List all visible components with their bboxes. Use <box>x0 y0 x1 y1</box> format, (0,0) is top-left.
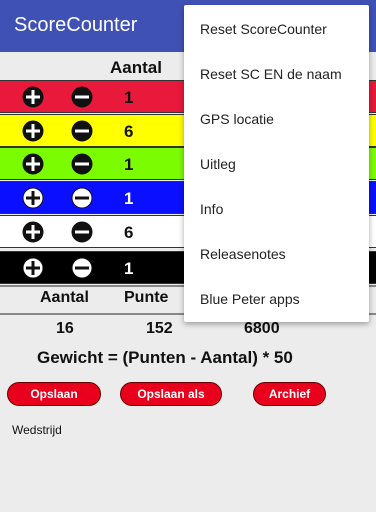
minus-icon[interactable] <box>71 86 93 108</box>
minus-icon[interactable] <box>71 221 93 243</box>
plus-icon[interactable] <box>22 257 44 279</box>
plus-icon[interactable] <box>22 120 44 142</box>
minus-icon[interactable] <box>71 153 93 175</box>
plus-icon[interactable] <box>22 187 44 209</box>
app-title: ScoreCounter <box>14 14 138 36</box>
save-button[interactable]: Opslaan <box>7 382 101 406</box>
total-score-value: 6800 <box>244 320 280 337</box>
archive-button[interactable]: Archief <box>253 382 326 406</box>
totals-punten-label: Punte <box>124 289 169 306</box>
menu-item-blue-peter-apps[interactable]: Blue Peter apps <box>200 276 300 321</box>
menu-item-gps-locatie[interactable]: GPS locatie <box>200 96 274 141</box>
plus-icon[interactable] <box>22 86 44 108</box>
menu-item-reset-scorecounter[interactable]: Reset ScoreCounter <box>200 6 327 51</box>
minus-icon[interactable] <box>71 187 93 209</box>
menu-item-reset-sc-en-naam[interactable]: Reset SC EN de naam <box>200 51 342 96</box>
mode-label: Wedstrijd <box>12 423 62 437</box>
menu-item-info[interactable]: Info <box>200 186 223 231</box>
total-aantal-value: 16 <box>56 320 74 337</box>
plus-icon[interactable] <box>22 153 44 175</box>
row-count-value: 1 <box>124 189 134 208</box>
save-as-button[interactable]: Opslaan als <box>120 382 222 406</box>
minus-icon[interactable] <box>71 120 93 142</box>
menu-item-uitleg[interactable]: Uitleg <box>200 141 236 186</box>
total-punten-value: 152 <box>146 320 173 337</box>
row-count-value: 6 <box>124 223 134 242</box>
row-count-value: 1 <box>124 155 134 174</box>
row-count-value: 1 <box>124 88 134 107</box>
overflow-menu: Reset ScoreCounter Reset SC EN de naam G… <box>184 5 369 322</box>
minus-icon[interactable] <box>71 257 93 279</box>
menu-item-releasenotes[interactable]: Releasenotes <box>200 231 286 276</box>
column-header-aantal: Aantal <box>110 58 162 77</box>
row-count-value: 6 <box>124 122 134 141</box>
totals-aantal-label: Aantal <box>40 289 89 306</box>
formula-text: Gewicht = (Punten - Aantal) * 50 <box>37 348 293 367</box>
plus-icon[interactable] <box>22 221 44 243</box>
row-count-value: 1 <box>124 259 134 278</box>
